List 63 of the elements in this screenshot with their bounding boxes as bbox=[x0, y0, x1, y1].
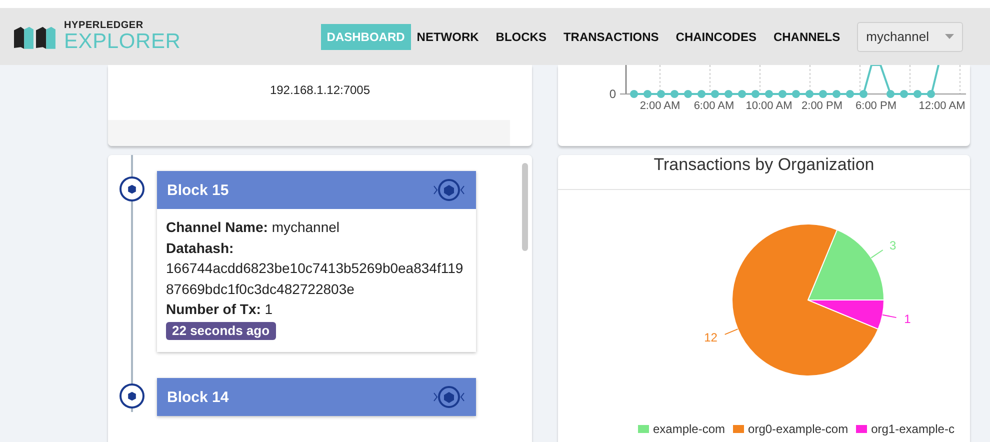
tx-count: Number of Tx: 1 bbox=[166, 300, 274, 319]
data-point bbox=[846, 90, 854, 98]
block-title: Block 14 bbox=[167, 388, 229, 406]
datahash-label: Datahash: bbox=[166, 238, 235, 258]
data-label: 12 bbox=[704, 330, 718, 344]
data-point bbox=[752, 90, 760, 98]
nav-tab[interactable]: TRANSACTIONS bbox=[557, 24, 665, 50]
leader-line bbox=[870, 250, 884, 258]
axis-tick-label: 0 bbox=[609, 87, 616, 101]
block-card[interactable]: Block 14 bbox=[157, 378, 476, 416]
data-point bbox=[819, 90, 827, 98]
axis-tick-label: 2:00 PM bbox=[802, 100, 842, 112]
data-point bbox=[927, 90, 935, 98]
data-point bbox=[657, 90, 665, 98]
data-point bbox=[886, 90, 894, 98]
axis-tick-label: 12:00 AM bbox=[918, 100, 966, 112]
data-point bbox=[765, 90, 773, 98]
data-point bbox=[670, 90, 678, 98]
block-title: Block 15 bbox=[167, 182, 229, 198]
channel-select[interactable]: mychannel bbox=[857, 22, 964, 52]
legend-label: org1-example-c bbox=[871, 422, 954, 436]
data-point bbox=[630, 90, 638, 98]
nav-tab[interactable]: NETWORK bbox=[410, 24, 485, 50]
leader-line bbox=[882, 314, 897, 318]
age-badge: 22 seconds ago bbox=[166, 322, 276, 340]
data-point bbox=[792, 90, 800, 98]
leader-line bbox=[724, 328, 738, 335]
block-node-icon bbox=[119, 176, 145, 202]
scrollbar-thumb[interactable] bbox=[522, 163, 528, 251]
cube-icon[interactable] bbox=[432, 177, 466, 203]
axis-tick-label: 2:00 AM bbox=[640, 100, 680, 112]
chart-title: Transactions by Organization bbox=[558, 155, 970, 190]
legend-label: example-com bbox=[653, 422, 726, 436]
axis-tick-label: 6:00 PM bbox=[856, 100, 896, 112]
cube-icon[interactable] bbox=[432, 384, 466, 410]
block-card[interactable]: Block 15 Channel Name: mychannel Datahash: 166744acdd6823be10c7413b5269b0ea834f11987669bdc1f0c3dc482722803e Number of Tx: 1 22 seconds ago bbox=[157, 171, 476, 352]
logo-title: HYPERLEDGER bbox=[64, 21, 144, 31]
nav-tab[interactable]: CHAINCODES bbox=[670, 24, 762, 50]
logo-subtitle: EXPLORER bbox=[64, 31, 181, 52]
data-point bbox=[711, 90, 719, 98]
data-point bbox=[738, 90, 746, 98]
data-label: 1 bbox=[904, 312, 911, 326]
datahash-value: 166744acdd6823be10c7413b5269b0ea834f11987669bdc1f0c3dc482722803e bbox=[166, 259, 464, 298]
data-point bbox=[724, 90, 732, 98]
data-point bbox=[832, 90, 840, 98]
nav-tab[interactable]: BLOCKS bbox=[490, 24, 552, 50]
data-point bbox=[644, 90, 652, 98]
data-point bbox=[806, 90, 814, 98]
data-point bbox=[698, 90, 706, 98]
axis-tick-label: 6:00 AM bbox=[694, 100, 734, 112]
data-point bbox=[778, 90, 786, 98]
axis-tick-label: 10:00 AM bbox=[746, 100, 792, 112]
data-point bbox=[914, 90, 922, 98]
data-label: 3 bbox=[889, 238, 896, 253]
peer-address: 192.168.1.12:7005 bbox=[268, 82, 372, 99]
caret-down-icon bbox=[945, 34, 954, 39]
block-node-icon bbox=[119, 383, 145, 409]
channel-name: Channel Name: mychannel bbox=[166, 218, 341, 237]
data-point bbox=[684, 90, 692, 98]
data-point bbox=[860, 90, 868, 98]
data-point bbox=[900, 90, 908, 98]
nav-tab[interactable]: CHANNELS bbox=[767, 24, 846, 50]
legend-label: org0-example-com bbox=[748, 422, 848, 436]
